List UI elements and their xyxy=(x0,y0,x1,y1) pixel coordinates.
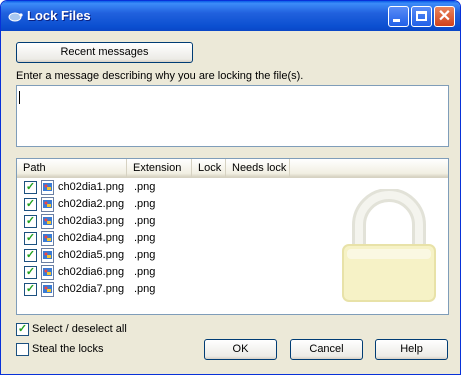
row-checkbox[interactable]: ✓ xyxy=(24,198,37,211)
maximize-button[interactable] xyxy=(411,6,432,27)
row-checkbox[interactable]: ✓ xyxy=(24,232,37,245)
steal-locks-label[interactable]: Steal the locks xyxy=(32,343,104,355)
minimize-button[interactable] xyxy=(388,6,409,27)
file-name: ch02dia4.png xyxy=(58,232,125,244)
help-button[interactable]: Help xyxy=(375,339,448,360)
message-input[interactable] xyxy=(16,85,449,147)
image-file-icon xyxy=(41,180,54,195)
file-name: ch02dia3.png xyxy=(58,215,125,227)
image-file-icon xyxy=(41,265,54,280)
table-row[interactable]: ✓ ch02dia7.png .png xyxy=(17,281,448,298)
table-row[interactable]: ✓ ch02dia5.png .png xyxy=(17,247,448,264)
tortoise-icon xyxy=(7,9,23,23)
file-name: ch02dia5.png xyxy=(58,249,125,261)
file-name: ch02dia7.png xyxy=(58,283,125,295)
select-all-checkbox[interactable]: ✓ xyxy=(16,323,29,336)
close-icon: ✕ xyxy=(437,8,452,25)
file-extension: .png xyxy=(134,198,156,210)
row-checkbox[interactable]: ✓ xyxy=(24,249,37,262)
select-all-label[interactable]: Select / deselect all xyxy=(32,323,127,335)
image-file-icon xyxy=(41,282,54,297)
image-file-icon xyxy=(41,231,54,246)
steal-locks-checkbox[interactable] xyxy=(16,343,29,356)
cancel-button[interactable]: Cancel xyxy=(290,339,363,360)
table-row[interactable]: ✓ ch02dia3.png .png xyxy=(17,213,448,230)
column-header-needs-lock[interactable]: Needs lock xyxy=(226,159,290,177)
file-extension: .png xyxy=(134,283,156,295)
list-header: Path Extension Lock Needs lock xyxy=(17,159,448,178)
maximize-icon xyxy=(416,11,427,21)
column-header-lock[interactable]: Lock xyxy=(192,159,226,177)
file-extension: .png xyxy=(134,249,156,261)
file-name: ch02dia2.png xyxy=(58,198,125,210)
file-list[interactable]: Path Extension Lock Needs lock ✓ ch02dia… xyxy=(16,158,449,315)
file-name: ch02dia6.png xyxy=(58,266,125,278)
file-name: ch02dia1.png xyxy=(58,181,125,193)
column-header-path[interactable]: Path xyxy=(17,159,127,177)
table-row[interactable]: ✓ ch02dia1.png .png xyxy=(17,179,448,196)
image-file-icon xyxy=(41,197,54,212)
file-extension: .png xyxy=(134,181,156,193)
file-extension: .png xyxy=(134,266,156,278)
table-row[interactable]: ✓ ch02dia6.png .png xyxy=(17,264,448,281)
message-prompt: Enter a message describing why you are l… xyxy=(16,70,304,82)
title-bar[interactable]: Lock Files ✕ xyxy=(1,1,460,31)
lock-files-dialog: Lock Files ✕ Recent messages Enter a mes… xyxy=(0,0,461,375)
close-button[interactable]: ✕ xyxy=(434,6,455,27)
text-caret xyxy=(19,91,20,104)
row-checkbox[interactable]: ✓ xyxy=(24,266,37,279)
file-extension: .png xyxy=(134,215,156,227)
table-row[interactable]: ✓ ch02dia4.png .png xyxy=(17,230,448,247)
recent-messages-button[interactable]: Recent messages xyxy=(16,42,193,63)
window-title: Lock Files xyxy=(27,8,91,23)
table-row[interactable]: ✓ ch02dia2.png .png xyxy=(17,196,448,213)
image-file-icon xyxy=(41,214,54,229)
ok-button[interactable]: OK xyxy=(204,339,277,360)
minimize-icon xyxy=(393,19,400,22)
file-extension: .png xyxy=(134,232,156,244)
row-checkbox[interactable]: ✓ xyxy=(24,181,37,194)
file-rows: ✓ ch02dia1.png .png ✓ ch02dia2.png .png … xyxy=(17,179,448,298)
row-checkbox[interactable]: ✓ xyxy=(24,215,37,228)
row-checkbox[interactable]: ✓ xyxy=(24,283,37,296)
column-header-extension[interactable]: Extension xyxy=(127,159,192,177)
image-file-icon xyxy=(41,248,54,263)
